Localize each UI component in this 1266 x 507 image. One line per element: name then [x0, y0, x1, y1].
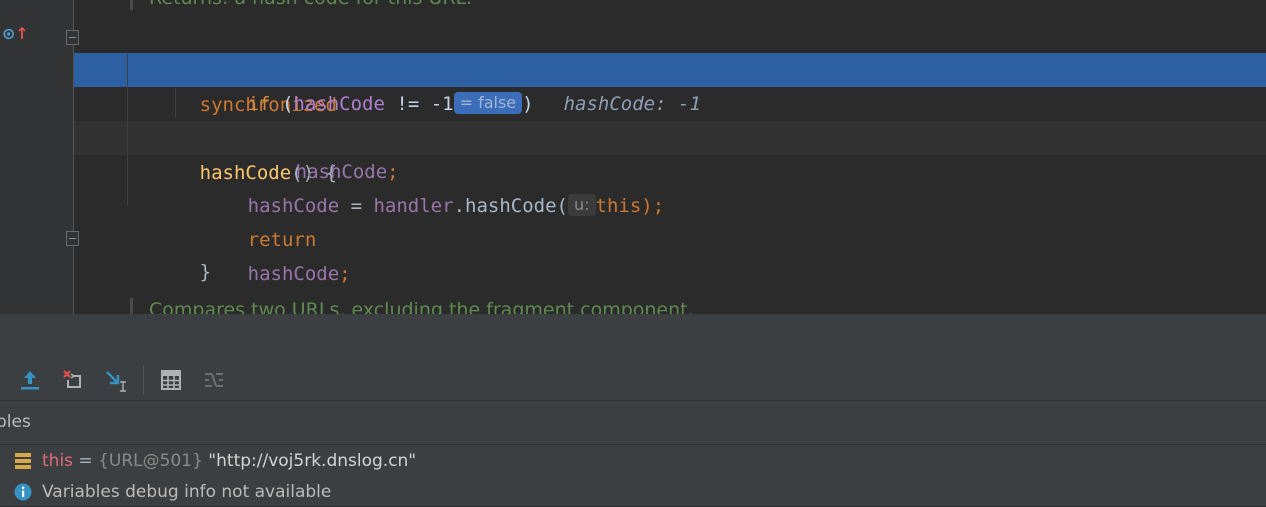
debug-panel: bles this = {URL@501} "http://voj5rk.dns… [0, 314, 1266, 506]
variables-tab-header[interactable]: bles [0, 401, 1266, 445]
toolbar-separator [143, 366, 144, 394]
code-line-execution-point[interactable]: if (hashCode != -1 = false) hashCode: -1 [74, 53, 1266, 115]
code-line-return[interactable]: return hashCode; [74, 189, 1266, 285]
info-icon [14, 483, 32, 501]
evaluate-expression-icon[interactable] [157, 366, 185, 394]
info-row: Variables debug info not available [0, 477, 1266, 507]
info-message: Variables debug info not available [42, 482, 332, 502]
variable-value: "http://voj5rk.dnslog.cn" [202, 451, 417, 471]
code-line-return[interactable]: return hashCode; [74, 87, 1266, 183]
trace-stream-icon[interactable] [200, 366, 228, 394]
punctuation: ; [339, 263, 351, 285]
code-editor[interactable]: ⊙↑ Returns: a hash code for this URL. pu… [0, 0, 1266, 314]
variable-type: {URL@501} [98, 451, 203, 471]
indent-guide [175, 88, 176, 118]
field-reference: hashCode [247, 263, 340, 285]
field-icon [15, 453, 31, 469]
run-to-cursor-icon[interactable] [102, 366, 130, 394]
code-line-method-signature[interactable]: public synchronized int hashCode() { [74, 20, 1266, 184]
variable-row[interactable]: this = {URL@501} "http://voj5rk.dnslog.c… [0, 446, 1266, 476]
variables-tab-label: bles [0, 412, 31, 432]
panel-header [0, 314, 1266, 354]
drop-frame-icon[interactable] [59, 366, 87, 394]
variable-equals: = [73, 451, 99, 471]
variable-name: this [42, 451, 74, 471]
closing-brace: } [199, 261, 212, 283]
override-marker-icon[interactable]: ⊙↑ [2, 24, 29, 43]
doc-comment: Returns: a hash code for this URL. [130, 0, 472, 10]
code-line-blank[interactable] [74, 121, 1266, 155]
editor-gutter[interactable]: ⊙↑ [0, 0, 79, 314]
code-line-closing-brace[interactable]: } [74, 221, 1266, 283]
indent-guide [127, 54, 128, 206]
code-line-assignment[interactable]: hashCode = handler.hashCode(u: this); [74, 155, 1266, 217]
doc-comment: Compares two URLs, excluding the fragmen… [130, 298, 694, 314]
step-out-icon[interactable] [16, 366, 44, 394]
debug-toolbar [0, 360, 1266, 401]
